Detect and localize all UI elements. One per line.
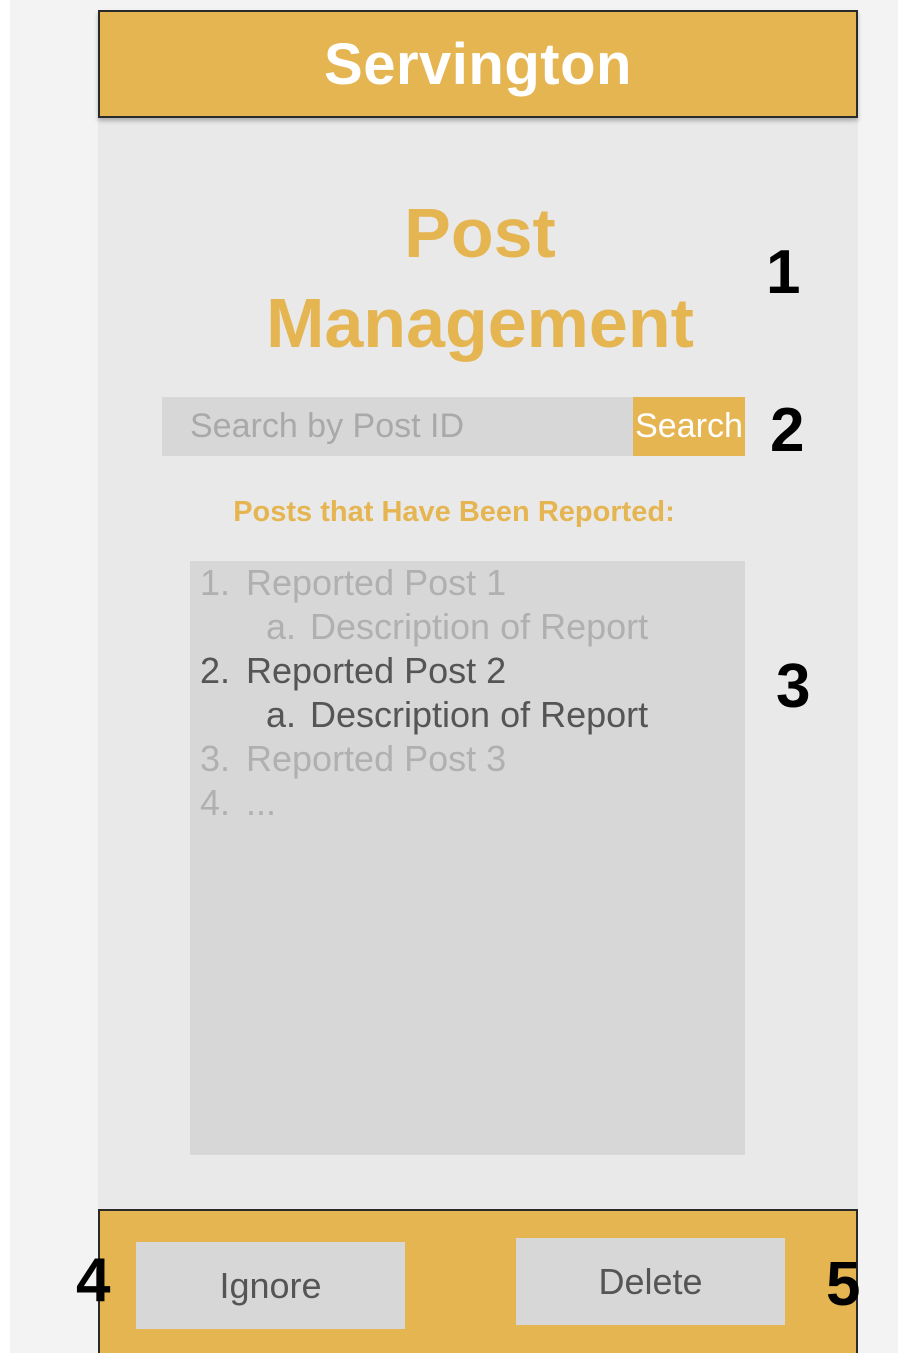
list-item-number: 2. <box>200 650 231 691</box>
search-button[interactable]: Search <box>633 397 745 456</box>
callout-number-2: 2 <box>770 396 805 465</box>
list-item-label: Reported Post 3 <box>246 738 507 779</box>
list-item-number: 4. <box>200 782 231 823</box>
delete-button[interactable]: Delete <box>516 1238 785 1325</box>
page-title: Post Management <box>180 188 780 368</box>
list-item-number: 1. <box>200 562 231 603</box>
reported-posts-heading: Posts that Have Been Reported: <box>233 496 675 528</box>
page-title-line-2: Management <box>266 284 694 362</box>
report-description-letter: a. <box>266 606 297 647</box>
report-description-text: Description of Report <box>310 694 649 735</box>
search-bar: Search <box>162 397 745 456</box>
list-item-number: 3. <box>200 738 231 779</box>
list-item[interactable]: 1. Reported Post 1 a. Description of Repor… <box>190 561 745 649</box>
list-item-label: Reported Post 1 <box>246 562 507 603</box>
callout-number-3: 3 <box>776 652 811 721</box>
list-item-selected[interactable]: 2. Reported Post 2 a. Description of Repor… <box>190 649 745 737</box>
page-title-line-1: Post <box>404 194 556 272</box>
app-title: Servington <box>324 31 632 97</box>
search-input[interactable] <box>162 397 633 456</box>
callout-number-4: 4 <box>76 1246 111 1315</box>
app-header: Servington <box>98 10 858 118</box>
ignore-button[interactable]: Ignore <box>136 1242 405 1329</box>
report-description: a. Description of Report <box>200 605 745 649</box>
reported-posts-list[interactable]: 1. Reported Post 1 a. Description of Repor… <box>190 561 745 1155</box>
report-description: a. Description of Report <box>200 693 745 737</box>
list-item[interactable]: 4.... <box>190 781 745 825</box>
list-item-label: ... <box>246 782 277 823</box>
report-description-text: Description of Report <box>310 606 649 647</box>
list-item-label: Reported Post 2 <box>246 650 507 691</box>
list-item[interactable]: 3. Reported Post 3 <box>190 737 745 781</box>
callout-number-1: 1 <box>766 238 801 307</box>
report-description-letter: a. <box>266 694 297 735</box>
callout-number-5: 5 <box>826 1250 861 1319</box>
